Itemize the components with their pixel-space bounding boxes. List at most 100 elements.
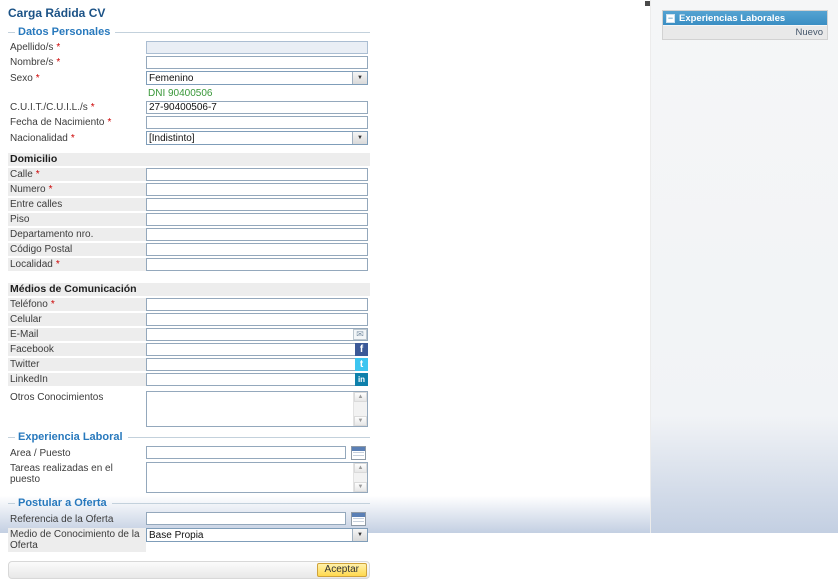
- form-row-entre-calles: Entre calles: [8, 198, 370, 211]
- cuit-label: C.U.I.T./C.U.I.L./s *: [8, 101, 146, 114]
- required-asterisk: *: [49, 184, 53, 195]
- label-text: LinkedIn: [10, 374, 48, 385]
- otros-conocimientos-textarea[interactable]: ▲ ▼: [146, 391, 368, 427]
- nacionalidad-label: Nacionalidad *: [8, 131, 146, 145]
- panel-title: Experiencias Laborales: [679, 13, 785, 24]
- lookup-grid-icon[interactable]: [351, 512, 366, 526]
- twitter-input[interactable]: [146, 358, 368, 371]
- numero-label: Numero *: [8, 183, 146, 196]
- form-row-calle: Calle *: [8, 168, 370, 181]
- referencia-oferta-label: Referencia de la Oferta: [8, 512, 146, 526]
- label-text: Piso: [10, 214, 29, 225]
- label-text: Tareas realizadas en el puesto: [10, 463, 144, 485]
- legend-line: [115, 32, 370, 33]
- tareas-textarea[interactable]: ▲ ▼: [146, 462, 368, 493]
- label-text: Area / Puesto: [10, 448, 71, 459]
- section-header-medios: Médios de Comunicación: [8, 283, 370, 296]
- telefono-label: Teléfono *: [8, 298, 146, 311]
- nuevo-link[interactable]: Nuevo: [796, 27, 823, 38]
- form-row-localidad: Localidad *: [8, 258, 370, 271]
- area-puesto-input[interactable]: [146, 446, 346, 459]
- departamento-label: Departamento nro.: [8, 228, 146, 241]
- label-text: Código Postal: [10, 244, 72, 255]
- facebook-input[interactable]: [146, 343, 368, 356]
- tareas-label: Tareas realizadas en el puesto: [8, 462, 146, 493]
- codigo-postal-label: Código Postal: [8, 243, 146, 256]
- section-legend-datos-personales: Datos Personales: [8, 26, 370, 38]
- linkedin-input[interactable]: [146, 373, 368, 386]
- telefono-input[interactable]: [146, 298, 368, 311]
- section-header-domicilio: Domicilio: [8, 153, 370, 166]
- email-input[interactable]: [146, 328, 368, 341]
- required-asterisk: *: [56, 259, 60, 270]
- scroll-up-icon[interactable]: ▲: [354, 463, 367, 473]
- label-text: Facebook: [10, 344, 54, 355]
- form-row-numero: Numero *: [8, 183, 370, 196]
- required-asterisk: *: [51, 299, 55, 310]
- collapse-icon[interactable]: −: [666, 14, 675, 23]
- piso-input[interactable]: [146, 213, 368, 226]
- required-asterisk: *: [108, 117, 112, 128]
- calle-input[interactable]: [146, 168, 368, 181]
- textarea-scrollbar[interactable]: ▲ ▼: [353, 463, 367, 492]
- entre-calles-label: Entre calles: [8, 198, 146, 211]
- scroll-up-icon[interactable]: ▲: [354, 392, 367, 402]
- lookup-grid-icon[interactable]: [351, 446, 366, 460]
- medio-conocimiento-select[interactable]: Base Propia ▼: [146, 528, 368, 542]
- dni-static: DNI 90400506: [146, 87, 213, 99]
- linkedin-icon[interactable]: in: [355, 373, 368, 386]
- right-pane: [650, 0, 838, 533]
- nombre-label: Nombre/s *: [8, 56, 146, 69]
- footer-bar: Aceptar: [8, 561, 370, 579]
- label-text: Teléfono: [10, 299, 48, 310]
- cuit-input[interactable]: [146, 101, 368, 114]
- form-row-area-puesto: Area / Puesto: [8, 446, 370, 460]
- linkedin-label: LinkedIn: [8, 373, 146, 386]
- panel-action-row: Nuevo: [663, 25, 827, 39]
- label-text: Fecha de Nacimiento: [10, 117, 105, 128]
- fecha-nacimiento-input[interactable]: [146, 116, 368, 129]
- apellido-label: Apellido/s *: [8, 41, 146, 54]
- dropdown-arrow-icon[interactable]: ▼: [352, 132, 367, 144]
- celular-label: Celular: [8, 313, 146, 326]
- dropdown-arrow-icon[interactable]: ▼: [352, 72, 367, 84]
- splitter-handle[interactable]: [645, 1, 650, 6]
- otros-conocimientos-label: Otros Conocimientos: [8, 391, 146, 427]
- numero-input[interactable]: [146, 183, 368, 196]
- nacionalidad-select-value: [Indistinto]: [147, 132, 352, 144]
- sexo-select[interactable]: Femenino ▼: [146, 71, 368, 85]
- form-row-dni: DNI 90400506: [8, 87, 370, 99]
- sexo-label: Sexo *: [8, 71, 146, 85]
- panel-header[interactable]: − Experiencias Laborales: [663, 11, 827, 25]
- codigo-postal-input[interactable]: [146, 243, 368, 256]
- entre-calles-input[interactable]: [146, 198, 368, 211]
- legend-text: Datos Personales: [18, 26, 110, 38]
- textarea-scrollbar[interactable]: ▲ ▼: [353, 392, 367, 426]
- departamento-input[interactable]: [146, 228, 368, 241]
- dropdown-arrow-icon[interactable]: ▼: [352, 529, 367, 541]
- legend-line: [8, 437, 15, 438]
- nombre-input[interactable]: [146, 56, 368, 69]
- nacionalidad-select[interactable]: [Indistinto] ▼: [146, 131, 368, 145]
- aceptar-button[interactable]: Aceptar: [317, 563, 367, 577]
- celular-input[interactable]: [146, 313, 368, 326]
- apellido-input[interactable]: [146, 41, 368, 54]
- sexo-select-value: Femenino: [147, 72, 352, 84]
- label-text: Numero: [10, 184, 46, 195]
- twitter-icon[interactable]: t: [355, 358, 368, 371]
- email-envelope-icon[interactable]: ✉: [353, 329, 367, 340]
- localidad-label: Localidad *: [8, 258, 146, 271]
- localidad-input[interactable]: [146, 258, 368, 271]
- facebook-icon[interactable]: f: [355, 343, 368, 356]
- form-row-nombre: Nombre/s *: [8, 56, 370, 69]
- scroll-down-icon[interactable]: ▼: [354, 482, 367, 492]
- required-asterisk: *: [56, 57, 60, 68]
- required-asterisk: *: [71, 133, 75, 144]
- label-text: Nombre/s: [10, 57, 53, 68]
- scroll-down-icon[interactable]: ▼: [354, 416, 367, 426]
- label-text: Celular: [10, 314, 42, 325]
- legend-line: [8, 503, 15, 504]
- facebook-label: Facebook: [8, 343, 146, 356]
- referencia-oferta-input[interactable]: [146, 512, 346, 525]
- form-row-apellido: Apellido/s *: [8, 41, 370, 54]
